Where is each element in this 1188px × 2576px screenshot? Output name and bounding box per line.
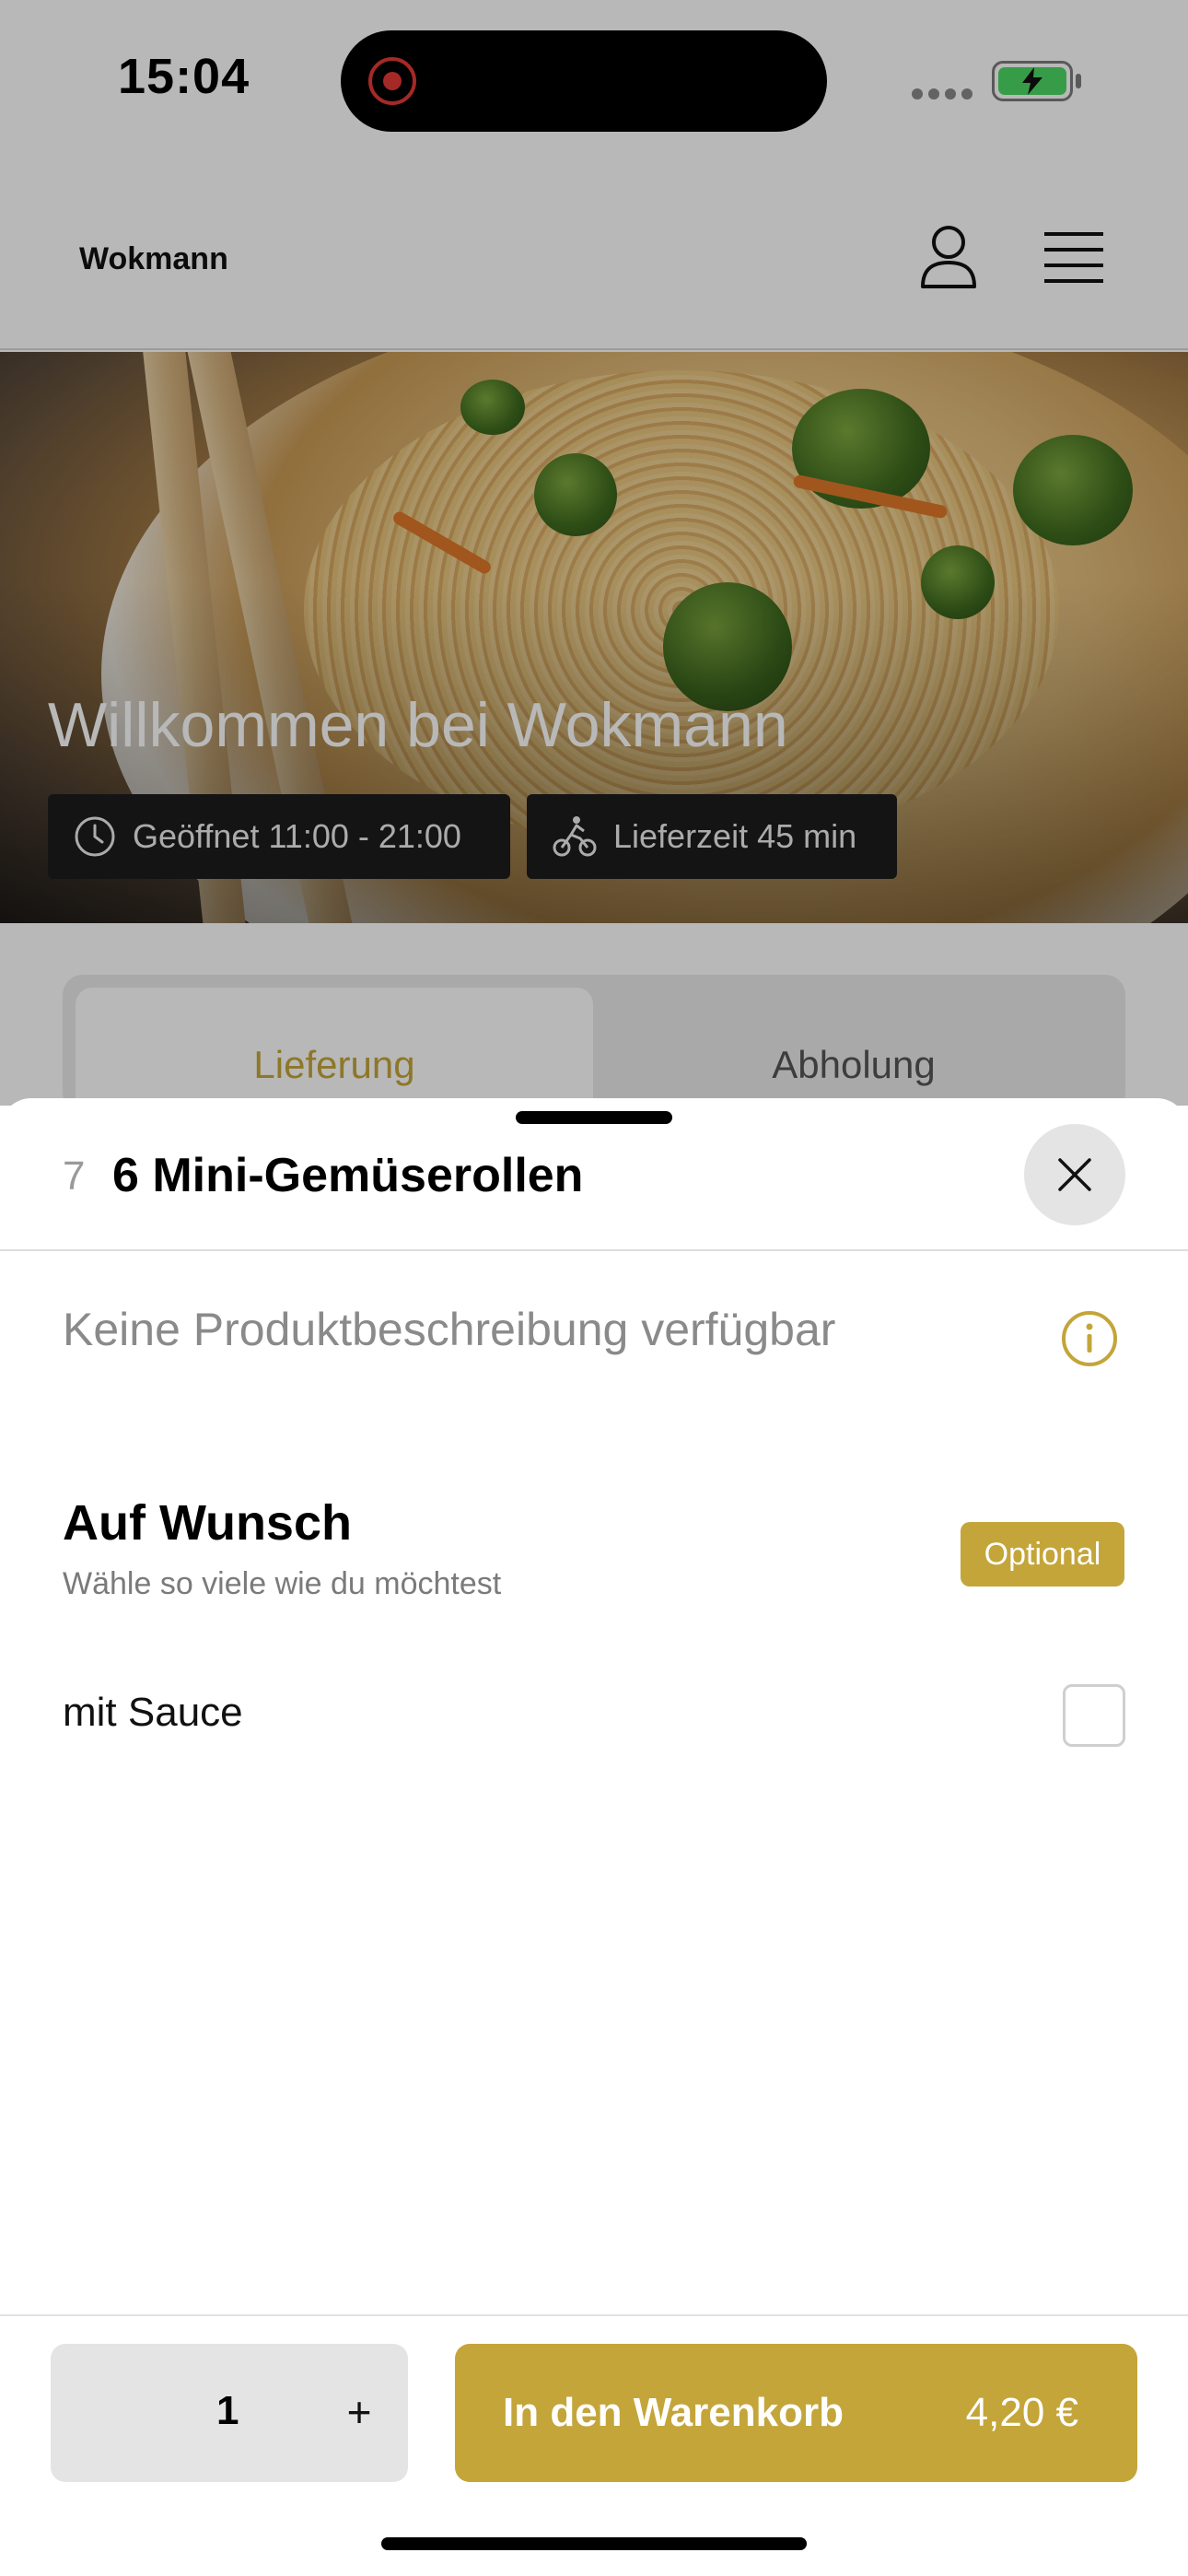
- quantity-plus-button[interactable]: +: [327, 2375, 391, 2449]
- option-label: mit Sauce: [63, 1690, 243, 1735]
- optional-badge: Optional: [961, 1522, 1124, 1587]
- quantity-stepper: 1 +: [51, 2344, 408, 2482]
- quantity-value: 1: [216, 2388, 239, 2433]
- cart-price: 4,20 €: [965, 2390, 1078, 2435]
- option-row[interactable]: mit Sauce: [63, 1673, 1125, 1765]
- modal-backdrop[interactable]: [0, 0, 1188, 1106]
- close-icon: [1058, 1158, 1091, 1191]
- product-description: Keine Produktbeschreibung verfügbar: [63, 1304, 836, 1355]
- sheet-grabber[interactable]: [516, 1111, 672, 1124]
- info-icon[interactable]: [1061, 1310, 1118, 1367]
- product-number: 7: [63, 1153, 86, 1199]
- sheet-header: 7 6 Mini-Gemüserollen: [0, 1098, 1188, 1251]
- restaurant-page: 15:04 Wokmann Willkommen bei Wokmann Geö…: [0, 0, 1188, 1117]
- options-heading: Auf Wunsch: [63, 1495, 352, 1551]
- product-title: 6 Mini-Gemüserollen: [112, 1149, 584, 1202]
- add-to-cart-label: In den Warenkorb: [503, 2390, 844, 2435]
- home-indicator[interactable]: [381, 2537, 807, 2550]
- options-subtitle: Wähle so viele wie du möchtest: [63, 1566, 502, 1601]
- close-button[interactable]: [1024, 1124, 1125, 1225]
- add-to-cart-button[interactable]: In den Warenkorb 4,20 €: [455, 2344, 1137, 2482]
- option-checkbox[interactable]: [1063, 1684, 1125, 1747]
